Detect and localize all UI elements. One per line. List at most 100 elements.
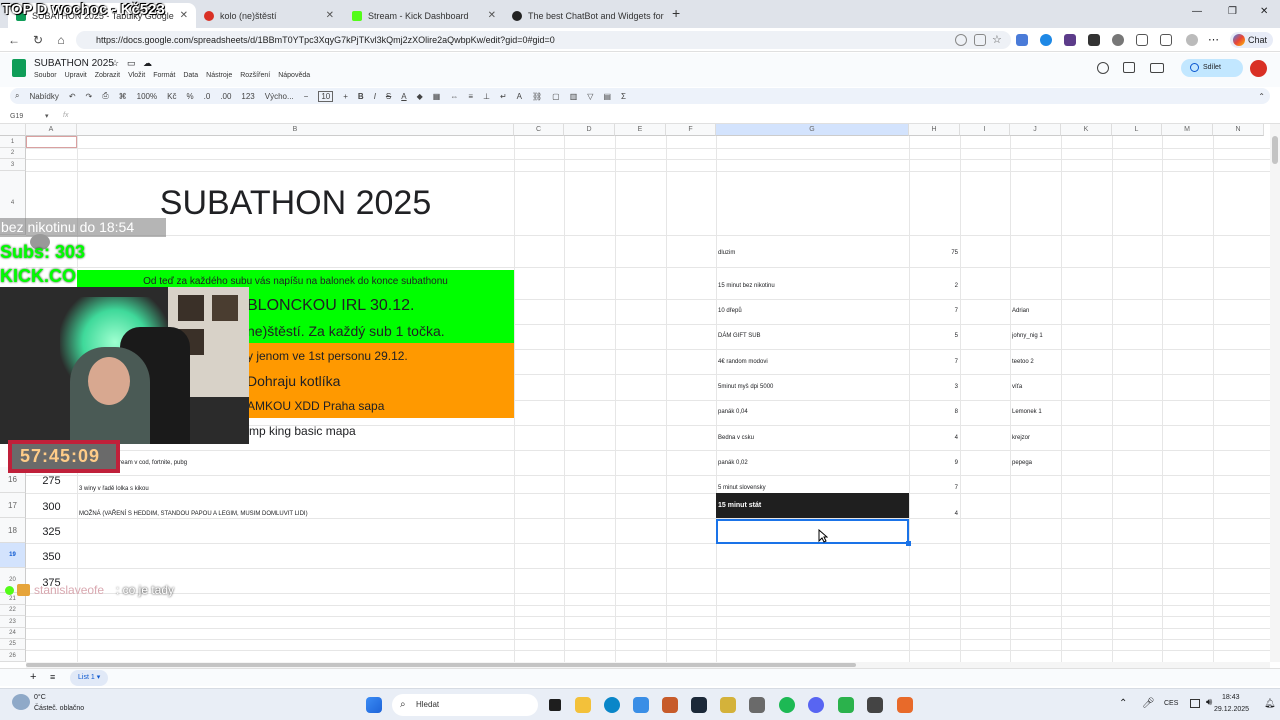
bold-icon[interactable]: B xyxy=(358,92,364,101)
name-box-dropdown-icon[interactable]: ▾ xyxy=(45,112,49,120)
tab-chatbot[interactable]: The best ChatBot and Widgets for ✕ xyxy=(504,3,664,28)
profile-avatar[interactable] xyxy=(1186,34,1198,46)
app-yellow-icon[interactable] xyxy=(720,697,736,713)
undo-icon[interactable]: ↶ xyxy=(69,92,76,101)
cell-a1-outline[interactable] xyxy=(26,136,77,148)
puzzle-icon[interactable] xyxy=(1136,34,1148,46)
task-view-icon[interactable] xyxy=(547,697,563,713)
search-icon[interactable]: ⌕ xyxy=(15,91,19,101)
corner-cell[interactable] xyxy=(0,124,26,136)
text-color-icon[interactable]: A xyxy=(401,92,406,101)
row-header[interactable]: 19 xyxy=(0,543,26,568)
selection-handle[interactable] xyxy=(906,541,911,546)
account-avatar[interactable] xyxy=(1250,60,1267,77)
weather-temp[interactable]: 0°C xyxy=(34,694,46,701)
share-button[interactable]: Sdílet xyxy=(1181,59,1243,77)
fill-color-icon[interactable]: ◆ xyxy=(417,92,423,101)
close-icon[interactable]: ✕ xyxy=(180,10,188,21)
menu-napoveda[interactable]: Nápověda xyxy=(278,72,310,79)
column-header-d[interactable]: D xyxy=(564,124,615,136)
filter-views-icon[interactable]: ▤ xyxy=(603,92,611,101)
home-icon[interactable]: ⌂ xyxy=(53,32,69,48)
row-header[interactable]: 26 xyxy=(0,650,26,662)
file-explorer-icon[interactable] xyxy=(575,697,591,713)
chart-icon[interactable]: ▥ xyxy=(570,92,578,101)
tab-kick-dashboard[interactable]: Stream - Kick Dashboard ✕ xyxy=(344,3,504,28)
document-title[interactable]: SUBATHON 2025 xyxy=(34,58,114,69)
currency-format[interactable]: Kč xyxy=(167,92,176,101)
align-icon[interactable]: ≡ xyxy=(468,92,473,101)
selected-cell-g19[interactable] xyxy=(716,519,909,544)
menu-dots-icon[interactable]: ⋯ xyxy=(1208,34,1220,46)
column-header-b[interactable]: B xyxy=(77,124,514,136)
column-header-e[interactable]: E xyxy=(615,124,666,136)
weather-desc[interactable]: Částeč. oblačno xyxy=(34,705,84,712)
font-size-input[interactable]: 10 xyxy=(318,90,334,102)
menu-format[interactable]: Formát xyxy=(153,72,175,79)
column-header-n[interactable]: N xyxy=(1213,124,1264,136)
column-header-h[interactable]: H xyxy=(909,124,960,136)
collapse-toolbar-icon[interactable]: ⌃ xyxy=(1258,92,1265,101)
app-green-icon[interactable] xyxy=(838,697,854,713)
language-indicator[interactable]: CES xyxy=(1164,700,1178,707)
row-header[interactable]: 25 xyxy=(0,639,26,650)
font-size-plus-icon[interactable]: + xyxy=(343,92,348,101)
app-gray-icon[interactable] xyxy=(749,697,765,713)
notifications-icon[interactable]: 🔔︎ xyxy=(1264,698,1275,709)
menu-zobrazit[interactable]: Zobrazit xyxy=(95,72,120,79)
italic-icon[interactable]: I xyxy=(374,92,376,101)
move-icon[interactable]: ▭ xyxy=(127,58,136,69)
column-header-j[interactable]: J xyxy=(1010,124,1061,136)
tray-chevron-icon[interactable]: ⌃ xyxy=(1119,698,1127,709)
edge-icon[interactable] xyxy=(604,697,620,713)
redo-icon[interactable]: ↷ xyxy=(86,92,93,101)
row-header[interactable]: 22 xyxy=(0,605,26,616)
close-icon[interactable]: ✕ xyxy=(488,10,496,21)
extension-box-icon[interactable] xyxy=(1088,34,1100,46)
read-aloud-icon[interactable] xyxy=(974,34,986,46)
windows-start-icon[interactable] xyxy=(366,697,382,713)
valign-icon[interactable]: ⊥ xyxy=(483,92,490,101)
vertical-scrollbar[interactable] xyxy=(1270,124,1280,662)
calculator-icon[interactable] xyxy=(867,697,883,713)
reload-icon[interactable]: ↻ xyxy=(30,32,46,48)
merge-icon[interactable]: ⇔ xyxy=(450,92,458,101)
favorites-bar-icon[interactable] xyxy=(1160,34,1172,46)
window-close-icon[interactable]: ✕ xyxy=(1260,6,1268,17)
column-header-f[interactable]: F xyxy=(666,124,716,136)
url-field[interactable]: https://docs.google.com/spreadsheets/d/1… xyxy=(76,31,1011,49)
vertical-scrollbar-thumb[interactable] xyxy=(1272,136,1278,164)
sheets-logo-icon[interactable] xyxy=(12,59,26,77)
row-header[interactable]: 18 xyxy=(0,518,26,543)
microphone-icon[interactable]: 🎤︎ xyxy=(1142,698,1155,709)
new-tab-button[interactable]: + xyxy=(672,5,680,21)
filter-icon[interactable]: ▽ xyxy=(587,92,593,101)
zoom-select[interactable]: 100% xyxy=(137,92,157,101)
history-icon[interactable] xyxy=(1097,62,1109,74)
menu-vlozit[interactable]: Vložit xyxy=(128,72,145,79)
rotate-icon[interactable]: A xyxy=(517,92,522,101)
clock-time[interactable]: 18:43 xyxy=(1222,694,1240,701)
paint-format-icon[interactable]: ⌘ xyxy=(119,92,127,101)
extension-shield-icon[interactable] xyxy=(1040,34,1052,46)
tab-kolo[interactable]: kolo (ne)štěstí ✕ xyxy=(196,3,342,28)
link-icon[interactable]: ⛓ xyxy=(532,92,542,101)
row-header[interactable]: 23 xyxy=(0,616,26,628)
column-header-i[interactable]: I xyxy=(960,124,1010,136)
steam-icon[interactable] xyxy=(691,697,707,713)
row-header[interactable]: 24 xyxy=(0,628,26,639)
all-sheets-icon[interactable]: ≡ xyxy=(50,672,55,682)
comments-icon[interactable] xyxy=(1123,62,1135,73)
volume-icon[interactable]: 🔊︎ xyxy=(1206,697,1212,708)
strikethrough-icon[interactable]: S xyxy=(386,92,391,101)
menu-rozsireni[interactable]: Rozšíření xyxy=(240,72,270,79)
copilot-chat-button[interactable]: Chat xyxy=(1230,32,1274,48)
wrap-icon[interactable]: ↵ xyxy=(500,92,507,101)
percent-format[interactable]: % xyxy=(186,92,193,101)
app-orange-icon[interactable] xyxy=(897,697,913,713)
font-size-minus-icon[interactable]: − xyxy=(304,92,309,101)
horizontal-scrollbar-thumb[interactable] xyxy=(26,663,856,667)
taskbar-search[interactable]: ⌕ Hledat xyxy=(392,694,538,716)
meet-icon[interactable] xyxy=(1150,63,1164,73)
menu-soubor[interactable]: Soubor xyxy=(34,72,57,79)
